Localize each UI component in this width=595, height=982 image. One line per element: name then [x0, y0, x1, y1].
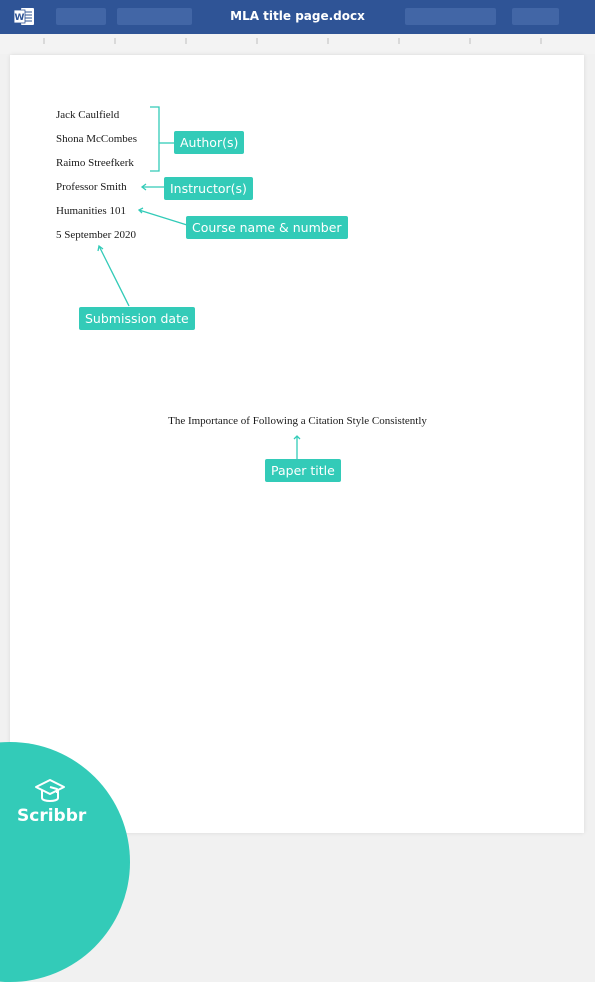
instructor-annotation: Instructor(s)	[164, 177, 253, 200]
scribbr-logo-text: Scribbr	[17, 806, 87, 826]
course-annotation: Course name & number	[186, 216, 348, 239]
author-bracket	[150, 106, 160, 172]
graduation-cap-icon	[35, 779, 65, 802]
annotation-connectors	[97, 106, 301, 459]
course-arrow	[138, 209, 188, 226]
date-annotation: Submission date	[79, 307, 195, 330]
title-annotation: Paper title	[265, 459, 341, 482]
date-arrow	[98, 245, 130, 307]
authors-annotation: Author(s)	[174, 131, 245, 154]
